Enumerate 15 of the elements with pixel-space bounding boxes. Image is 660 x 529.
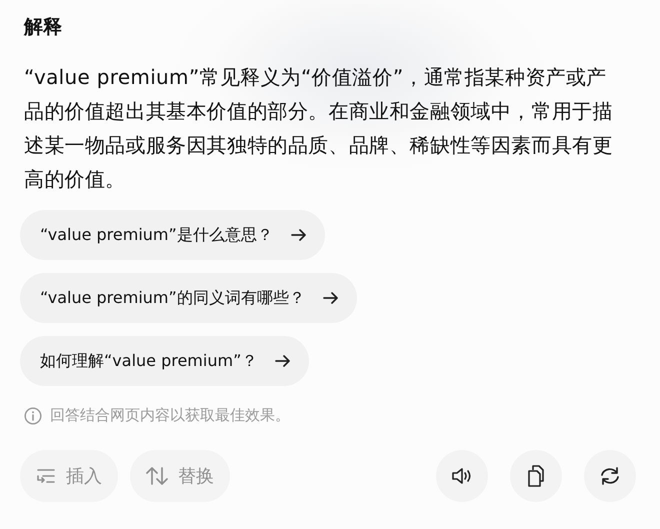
list-insert-icon bbox=[36, 467, 56, 485]
explanation-text: “value premium”常见释义为“价值溢价”，通常指某种资产或产品的价值超出其基本价值的部分。在商业和金融领域中，常用于描述某一物品或服务因其独特的品质、品牌、稀缺性等因素而具有更高的价值。 bbox=[24, 64, 614, 193]
section-title: 解释 bbox=[24, 15, 63, 40]
swap-arrows-icon bbox=[146, 466, 168, 486]
speaker-icon bbox=[451, 466, 473, 486]
note-text: 回答结合网页内容以获取最佳效果。 bbox=[50, 406, 290, 425]
arrow-icon bbox=[275, 355, 292, 367]
info-icon bbox=[24, 406, 42, 424]
suggestion-button[interactable]: “value premium”的同义词有哪些？ bbox=[20, 273, 357, 323]
copy-icon bbox=[527, 465, 545, 487]
suggestion-button[interactable]: 如何理解“value premium”？ bbox=[20, 336, 310, 386]
suggestion-button[interactable]: “value premium”是什么意思？ bbox=[20, 210, 325, 260]
refresh-icon bbox=[599, 466, 621, 486]
arrow-icon bbox=[290, 229, 307, 241]
arrow-icon bbox=[322, 292, 339, 304]
